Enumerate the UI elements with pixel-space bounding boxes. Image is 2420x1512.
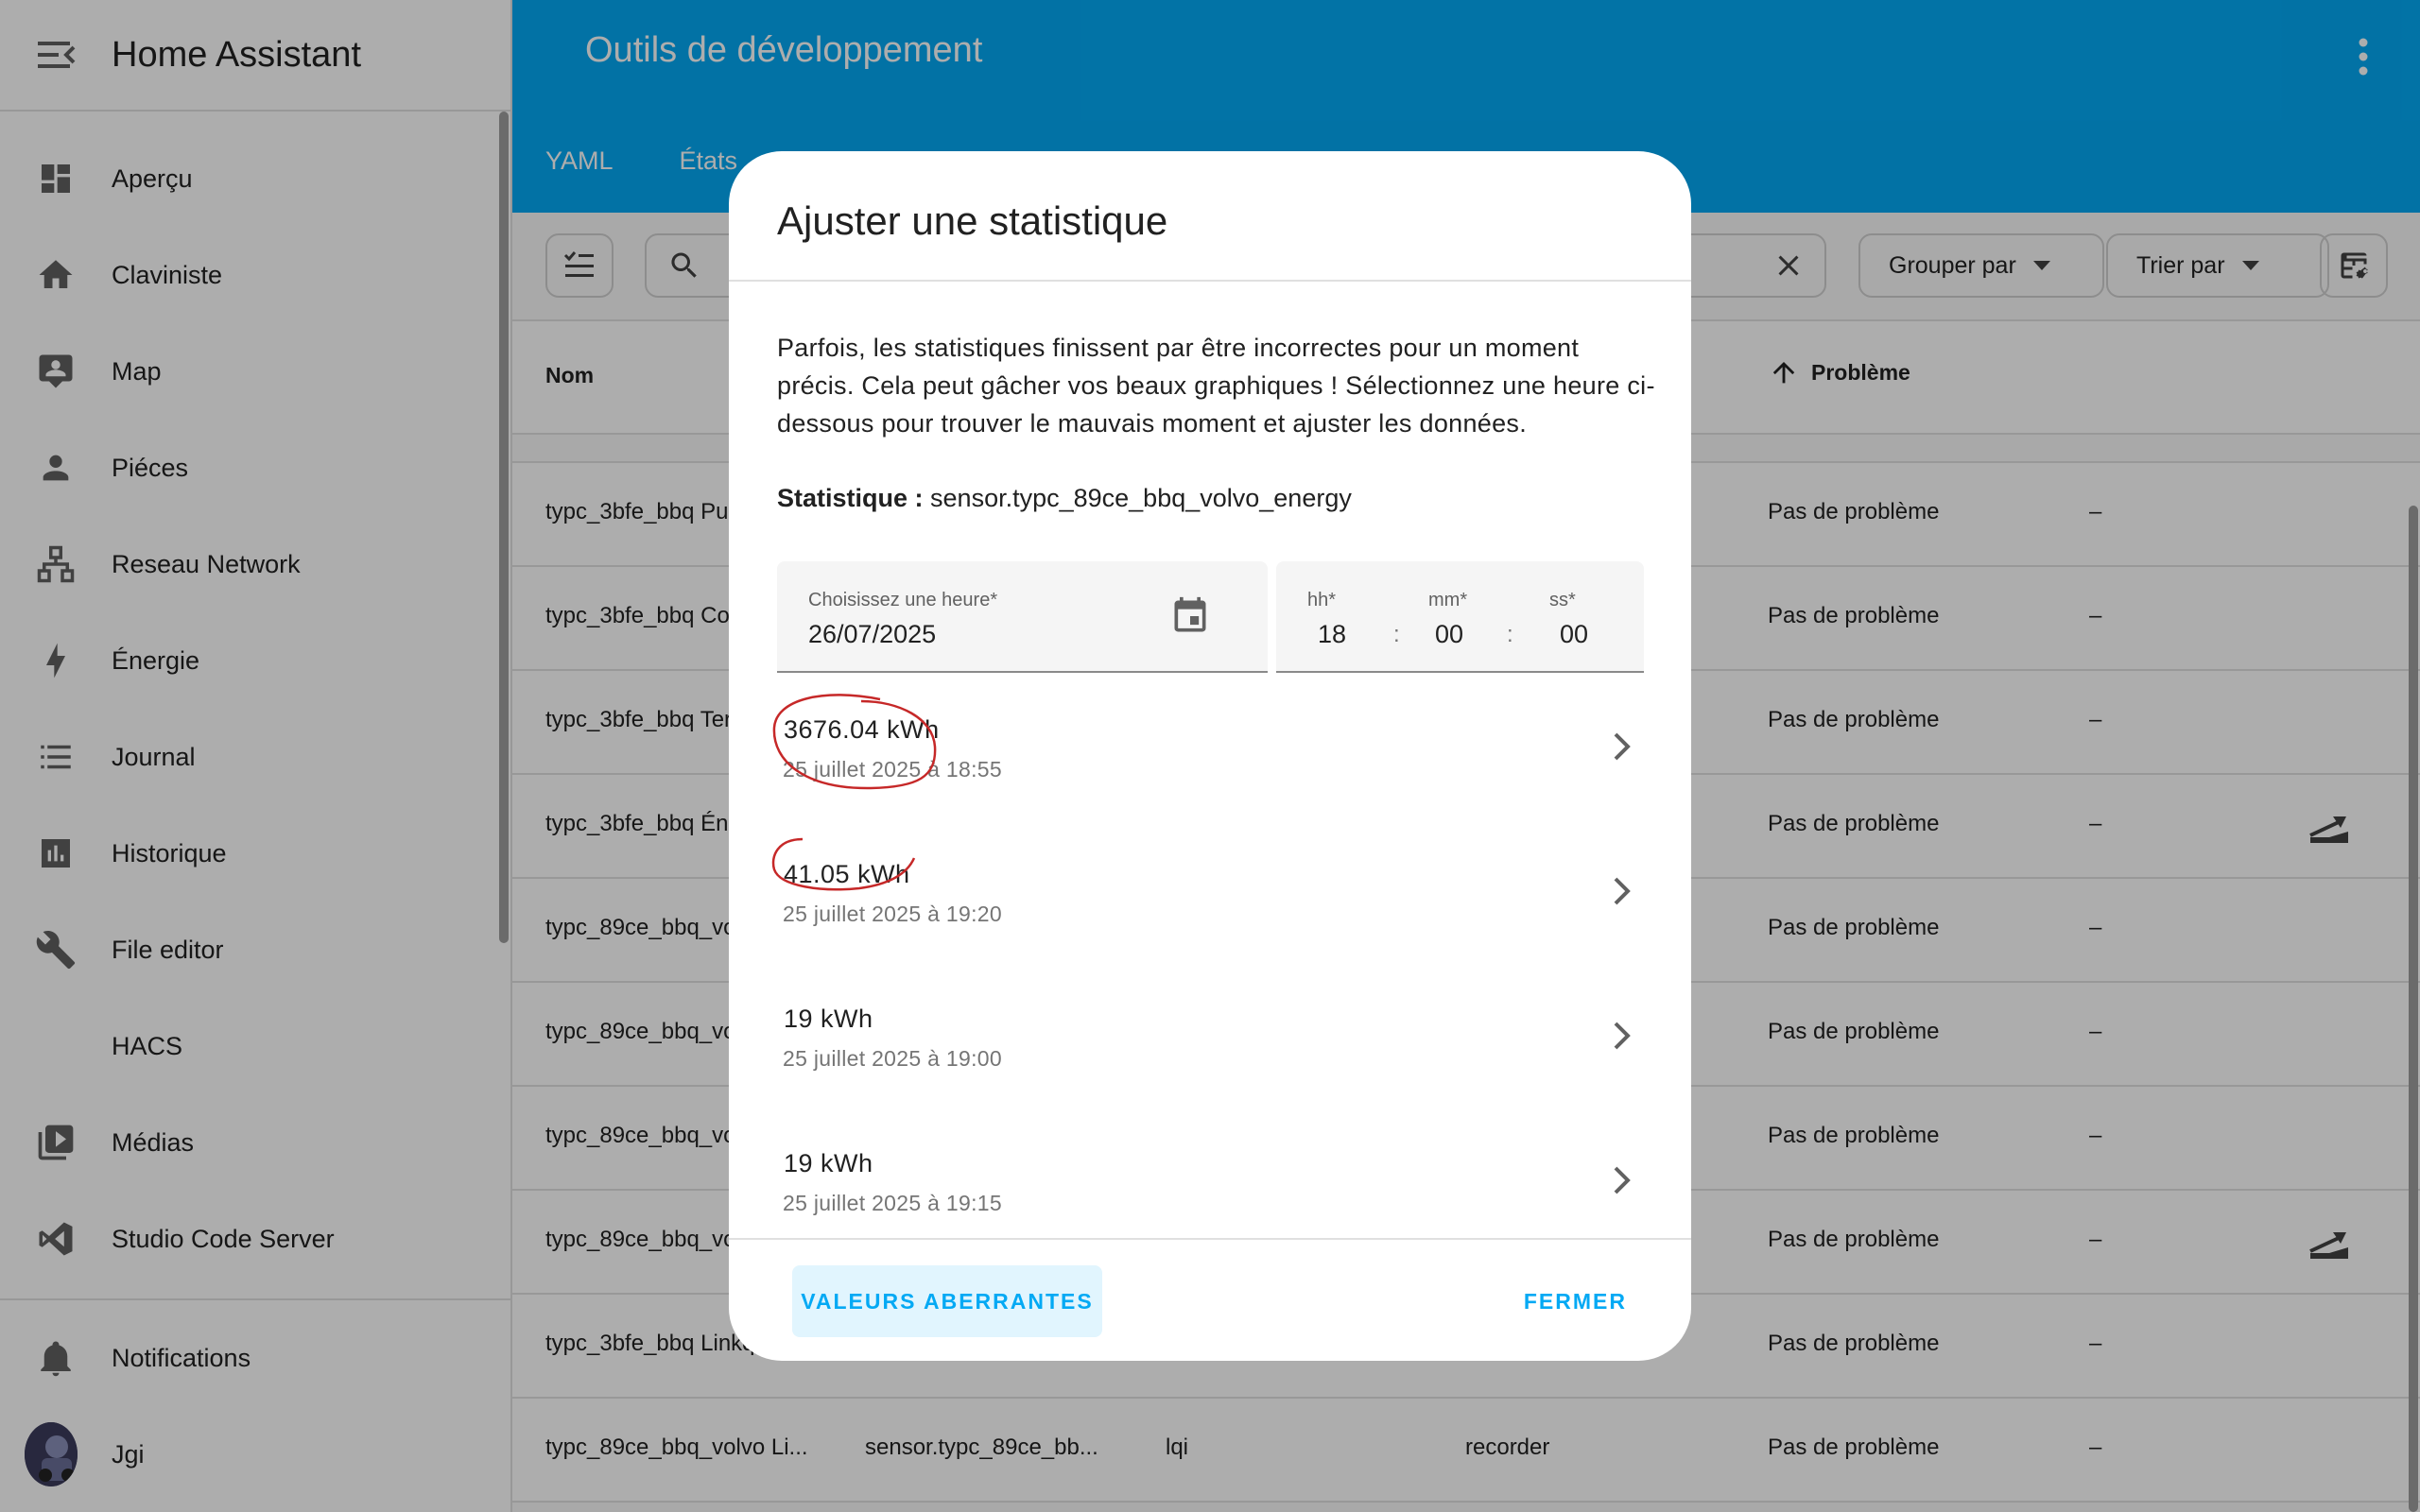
statistic-entries-list: 3676.04 kWh 25 juillet 2025 à 18:55 41.0… — [729, 695, 1691, 1273]
dialog-divider — [729, 1238, 1691, 1240]
calendar-icon[interactable] — [1169, 593, 1211, 644]
statistic-line: Statistique : sensor.typc_89ce_bbq_volvo… — [777, 484, 1352, 513]
dialog-description: Parfois, les statistiques finissent par … — [777, 334, 1655, 438]
statistic-label: Statistique : — [777, 484, 924, 512]
entry-date: 25 juillet 2025 à 19:00 — [783, 1046, 1002, 1071]
date-picker-field[interactable]: Choisissez une heure* 26/07/2025 — [777, 561, 1268, 673]
hours-label: hh* — [1307, 590, 1337, 610]
dialog-divider — [729, 280, 1691, 282]
chevron-right-icon — [1612, 875, 1633, 912]
date-field-value: 26/07/2025 — [808, 620, 937, 648]
entry-value: 19 kWh — [784, 1149, 873, 1177]
chevron-right-icon — [1612, 1164, 1633, 1201]
list-item[interactable]: 3676.04 kWh 25 juillet 2025 à 18:55 — [729, 695, 1691, 839]
outliers-button[interactable]: VALEURS ABERRANTES — [792, 1265, 1102, 1337]
seconds-label: ss* — [1549, 590, 1576, 610]
entry-date: 25 juillet 2025 à 18:55 — [783, 757, 1002, 782]
adjust-statistic-dialog: Ajuster une statistique Parfois, les sta… — [729, 151, 1691, 1361]
dialog-title: Ajuster une statistique — [777, 198, 1168, 243]
seconds-input[interactable]: 00 — [1560, 620, 1588, 649]
time-picker-field: hh* 18 : mm* 00 : ss* 00 — [1276, 561, 1644, 673]
time-separator: : — [1507, 622, 1513, 647]
close-button[interactable]: FERMER — [1524, 1265, 1627, 1337]
date-field-label: Choisissez une heure* — [808, 590, 998, 610]
chevron-right-icon — [1612, 1020, 1633, 1057]
entry-value: 41.05 kWh — [784, 860, 910, 888]
list-item[interactable]: 19 kWh 25 juillet 2025 à 19:00 — [729, 984, 1691, 1128]
entry-date: 25 juillet 2025 à 19:20 — [783, 902, 1002, 926]
statistic-value: sensor.typc_89ce_bbq_volvo_energy — [930, 484, 1352, 512]
hours-input[interactable]: 18 — [1318, 620, 1346, 649]
time-separator: : — [1393, 622, 1400, 647]
minutes-label: mm* — [1428, 590, 1468, 610]
entry-date: 25 juillet 2025 à 19:15 — [783, 1191, 1002, 1215]
list-item[interactable]: 19 kWh 25 juillet 2025 à 19:15 — [729, 1128, 1691, 1273]
entry-value: 3676.04 kWh — [784, 715, 940, 744]
entry-value: 19 kWh — [784, 1005, 873, 1033]
minutes-input[interactable]: 00 — [1435, 620, 1463, 649]
list-item[interactable]: 41.05 kWh 25 juillet 2025 à 19:20 — [729, 839, 1691, 984]
chevron-right-icon — [1612, 730, 1633, 767]
